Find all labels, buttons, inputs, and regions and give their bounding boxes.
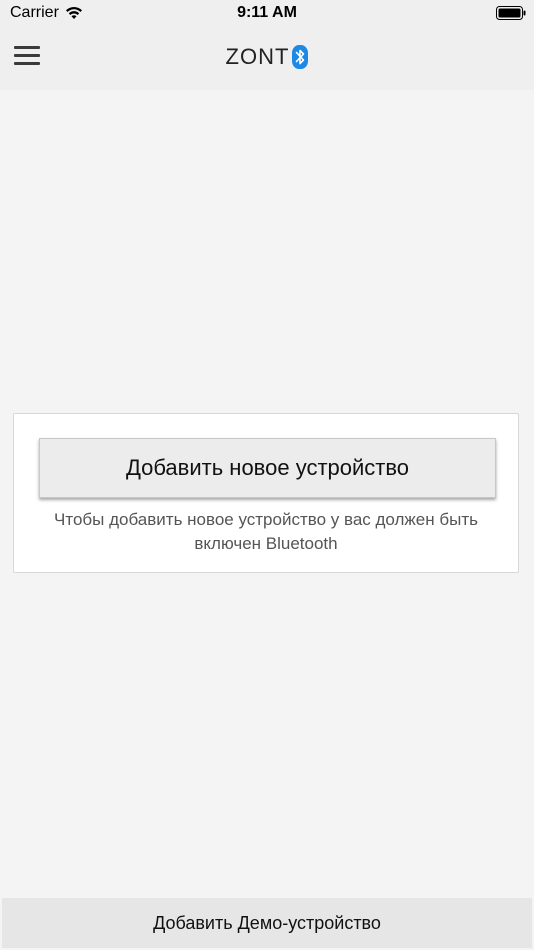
- hint-line-1: Чтобы добавить новое устройство у вас до…: [54, 510, 478, 529]
- app-screen: Carrier 9:11 AM ZONT Добавить новое устр…: [0, 0, 534, 950]
- bluetooth-icon: [292, 45, 309, 69]
- navigation-bar: ZONT: [0, 26, 534, 90]
- clock: 9:11 AM: [237, 4, 297, 21]
- logo-text: ZONT: [225, 44, 290, 69]
- battery-icon: [496, 6, 526, 20]
- add-new-device-button[interactable]: Добавить новое устройство: [39, 438, 496, 498]
- status-bar: Carrier 9:11 AM: [0, 0, 534, 26]
- bluetooth-hint: Чтобы добавить новое устройство у вас до…: [24, 508, 508, 556]
- add-device-card: Добавить новое устройство Чтобы добавить…: [13, 413, 519, 573]
- app-logo: ZONT: [0, 44, 534, 70]
- hint-line-2: включен Bluetooth: [194, 534, 338, 553]
- add-demo-device-button[interactable]: Добавить Демо-устройство: [2, 898, 532, 948]
